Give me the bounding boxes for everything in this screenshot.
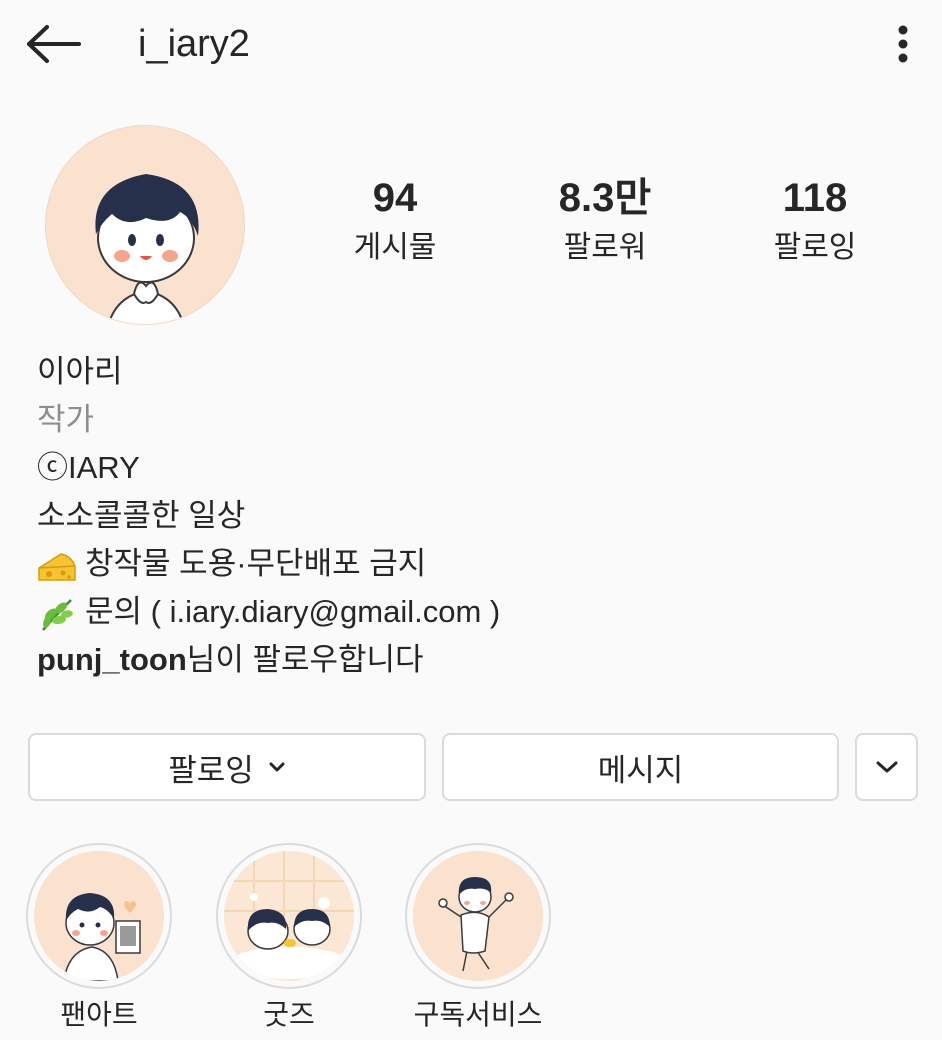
stat-followers-label: 팔로워 (563, 231, 647, 264)
followed-by-line: punj_toon님이 팔로우합니다 (37, 636, 917, 684)
bio-line-tagline: 소소콜콜한 일상 (37, 498, 246, 533)
stat-following[interactable]: 118 팔로잉 (710, 172, 920, 282)
chevron-down-icon (268, 761, 286, 773)
highlight-subscription-image (413, 851, 543, 981)
stat-followers[interactable]: 8.3만 팔로워 (500, 172, 710, 282)
profile-actions: 팔로잉 메시지 (28, 733, 918, 801)
followed-by-suffix: 님이 팔로우합니다 (186, 642, 424, 677)
stat-following-label: 팔로잉 (773, 231, 857, 264)
chevron-down-icon (874, 759, 900, 775)
more-options-button[interactable] (886, 16, 920, 72)
highlight-fanart[interactable]: 팬아트 (24, 843, 174, 1035)
stat-posts-label: 게시물 (353, 231, 437, 264)
top-bar: i_iary2 (0, 0, 942, 90)
arrow-left-icon (27, 25, 81, 63)
highlight-ring (216, 843, 362, 989)
stat-posts[interactable]: 94 게시물 (290, 172, 500, 282)
profile-stats: 94 게시물 8.3만 팔로워 118 팔로잉 (290, 172, 920, 282)
cheese-emoji-icon (38, 553, 76, 581)
bio-line-copyright: ⓒIARY (37, 450, 140, 485)
following-button-label: 팔로잉 (168, 752, 254, 788)
story-highlights: 팬아트 굿즈 구독서비스 (0, 843, 942, 1040)
message-button-label: 메시지 (597, 752, 684, 788)
profile-display-name: 이아리 (37, 354, 123, 389)
profile-avatar[interactable] (45, 125, 245, 325)
profile-bio: 이아리 작가 ⓒIARY 소소콜콜한 일상 창작물 도용·무단배포 금지 문의 … (37, 348, 917, 684)
following-button[interactable]: 팔로잉 (28, 733, 426, 801)
bio-line-contact: 문의 ( i.iary.diary@gmail.com ) (37, 588, 917, 636)
highlight-goods-image (224, 851, 354, 981)
highlight-goods[interactable]: 굿즈 (214, 843, 364, 1035)
profile-category: 작가 (37, 402, 95, 437)
highlight-ring (26, 843, 172, 989)
highlight-label: 굿즈 (263, 999, 315, 1030)
avatar-illustration (46, 126, 244, 324)
highlight-fanart-image (34, 851, 164, 981)
back-button[interactable] (22, 22, 86, 66)
highlight-label: 팬아트 (60, 999, 138, 1030)
suggested-accounts-button[interactable] (855, 733, 918, 801)
highlight-subscription[interactable]: 구독서비스 (403, 843, 553, 1035)
message-button[interactable]: 메시지 (442, 733, 839, 801)
stat-following-count: 118 (782, 176, 848, 220)
bio-line-notice: 창작물 도용·무단배포 금지 (37, 540, 917, 588)
highlight-label: 구독서비스 (413, 999, 543, 1030)
profile-username: i_iary2 (138, 23, 250, 65)
followed-by-username[interactable]: punj_toon (37, 642, 187, 677)
bio-notice-text: 창작물 도용·무단배포 금지 (85, 546, 427, 581)
more-vertical-icon (898, 25, 908, 63)
bio-contact-text[interactable]: 문의 ( i.iary.diary@gmail.com ) (85, 594, 500, 629)
stat-followers-count: 8.3만 (558, 176, 652, 220)
highlight-ring (405, 843, 551, 989)
stat-posts-count: 94 (372, 176, 418, 220)
herb-emoji-icon (42, 598, 73, 631)
